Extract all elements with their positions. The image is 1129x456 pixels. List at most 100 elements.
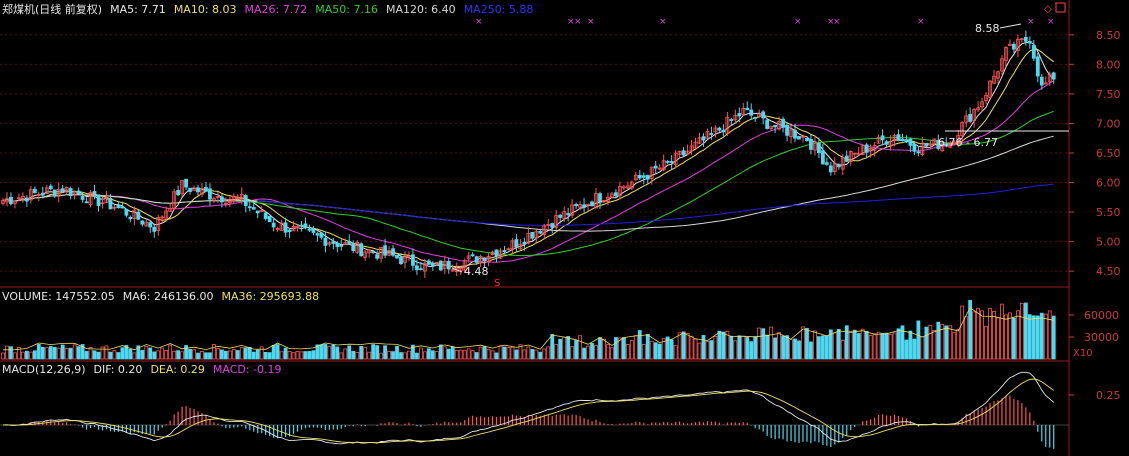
candle-body: [514, 239, 519, 248]
candle-body: [502, 250, 507, 252]
volume-bar: [395, 345, 399, 360]
candle-body: [184, 178, 188, 188]
macd-tick-label: 0.25: [1096, 389, 1121, 402]
volume-bar: [880, 333, 885, 360]
volume-bar: [140, 350, 145, 360]
candle-body: [319, 232, 324, 238]
candle-body: [92, 191, 97, 194]
volume-bar: [614, 337, 618, 360]
candle-body: [84, 201, 89, 204]
candle-body: [32, 188, 37, 194]
volume-bar: [96, 351, 101, 360]
volume-bar: [446, 348, 451, 360]
header-item: MA50: 7.16: [315, 3, 378, 16]
candle-body: [781, 118, 785, 128]
volume-bar: [1012, 317, 1016, 360]
candle-body: [721, 130, 726, 133]
candle-body: [765, 119, 770, 129]
volume-bar: [307, 351, 312, 360]
candle-body: [96, 194, 101, 207]
volume-bar: [267, 352, 272, 360]
volume-bar: [235, 350, 240, 360]
candle-body: [590, 201, 594, 207]
candle-body: [311, 228, 316, 233]
volume-bar: [805, 328, 809, 360]
candle-body: [614, 192, 618, 197]
volume-tick-label: 60000: [1084, 309, 1119, 322]
header-item: DEA: 0.29: [150, 363, 204, 376]
volume-bar: [582, 347, 586, 360]
price-header: 郑煤机(日线 前复权) MA5: 7.71 MA10: 8.03 MA26: 7.72…: [2, 2, 533, 16]
candle-body: [817, 142, 821, 154]
candle-body: [287, 229, 292, 233]
candle-body: [359, 243, 364, 257]
volume-bar: [148, 347, 153, 360]
candle-body: [558, 214, 563, 218]
header-item: MA10: 8.03: [174, 3, 237, 16]
volume-bar: [1039, 312, 1044, 360]
candle-body: [148, 222, 153, 228]
candle-body: [598, 193, 602, 203]
volume-bar: [944, 325, 949, 360]
candle-body: [761, 111, 766, 119]
volume-bar: [502, 346, 507, 360]
volume-bar: [128, 348, 133, 360]
chart-background: [0, 0, 1129, 456]
volume-bar: [184, 345, 188, 360]
candle-body: [251, 207, 256, 210]
candle-body: [395, 254, 399, 259]
candle-body: [669, 161, 674, 163]
stock-chart[interactable]: 30000 60000 0.25 4.50 5.00 5.50 6.00 6.50 7.00…: [0, 0, 1129, 456]
candle-body: [188, 187, 192, 192]
candle-body: [60, 188, 65, 193]
volume-bar: [223, 350, 228, 360]
candle-body: [1039, 76, 1044, 86]
volume-bar: [598, 337, 602, 360]
diamond-icon[interactable]: ◇: [1044, 4, 1052, 15]
candle-body: [538, 230, 543, 234]
volume-bar: [415, 352, 419, 360]
candle-body: [24, 197, 29, 202]
candle-body: [566, 213, 571, 216]
volume-bar: [852, 329, 857, 360]
volume-bar: [319, 344, 324, 360]
candle-body: [896, 134, 901, 141]
volume-bar: [60, 344, 65, 360]
volume-bar: [176, 350, 181, 360]
volume-bar: [219, 349, 224, 360]
event-marker: ×: [1027, 17, 1035, 27]
volume-bar: [681, 331, 686, 360]
volume-bar: [745, 337, 750, 360]
candle-body: [809, 138, 813, 150]
candle-body: [136, 211, 141, 220]
candle-body: [1027, 41, 1032, 44]
volume-bar: [1027, 314, 1032, 360]
volume-bar: [359, 345, 364, 360]
volume-bar: [916, 320, 921, 360]
candle-body: [864, 144, 869, 153]
range-label: 6.76 - 6.77: [938, 136, 998, 149]
volume-bar: [255, 349, 260, 360]
event-marker: ×: [475, 17, 483, 27]
candle-body: [494, 249, 499, 257]
volume-bar: [574, 340, 579, 360]
candle-body: [351, 243, 356, 251]
candle-body: [637, 174, 642, 179]
volume-bar: [864, 330, 869, 360]
volume-bar: [331, 344, 336, 360]
candle-body: [908, 138, 913, 146]
candle-body: [805, 137, 809, 142]
volume-bar: [729, 335, 734, 360]
volume-bar: [482, 346, 487, 360]
volume-bar: [1031, 315, 1036, 360]
volume-bar: [438, 344, 443, 360]
volume-bar: [753, 336, 758, 360]
candle-body: [255, 210, 260, 214]
volume-bar: [120, 347, 125, 360]
header-item: MA250: 5.88: [464, 3, 534, 16]
volume-bar: [399, 352, 403, 360]
macd-header: MACD(12,26,9) DIF: 0.20 DEA: 0.29 MACD: -0.…: [2, 363, 282, 376]
volume-bar: [271, 344, 276, 360]
candle-body: [375, 254, 380, 259]
candle-body: [40, 192, 45, 196]
